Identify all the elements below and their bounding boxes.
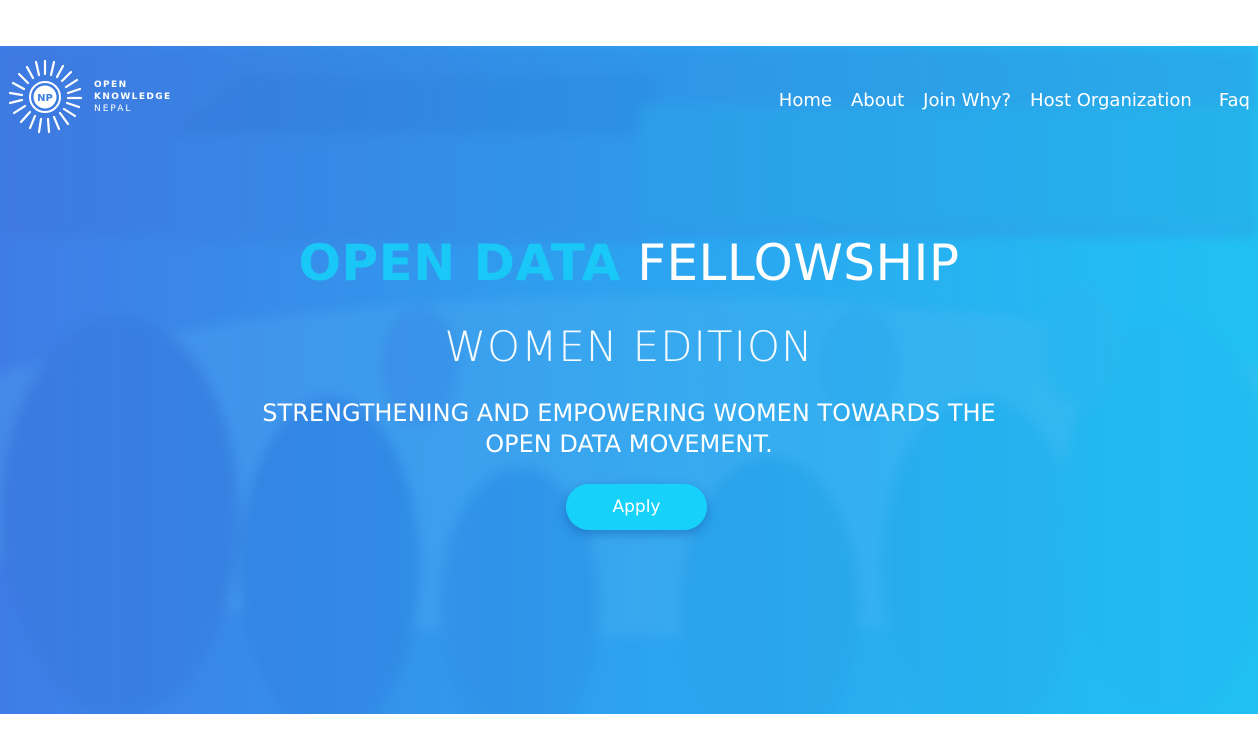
hero-title-accent: OPEN DATA [298,234,621,292]
apply-button[interactable]: Apply [566,484,707,530]
hero-title: OPEN DATA FELLOWSHIP [0,234,1258,292]
logo-line-3: NEPAL [94,104,133,114]
logo-wordmark: OPEN KNOWLEDGE NEPAL [94,79,172,115]
nav-about[interactable]: About [851,90,904,111]
nav-faq[interactable]: Faq [1219,90,1250,111]
nav-home[interactable]: Home [779,90,832,111]
logo-badge-text: NP [37,93,53,104]
logo-line-1: OPEN [94,80,128,90]
hero-tagline: STRENGTHENING AND EMPOWERING WOMEN TOWAR… [0,398,1258,460]
main-nav: Home About Join Why? Host Organization F… [760,90,1250,111]
hero-tagline-line-1: STRENGTHENING AND EMPOWERING WOMEN TOWAR… [262,399,996,427]
nav-host-organization[interactable]: Host Organization [1030,90,1192,111]
hero-subtitle: WOMEN EDITION [444,322,814,371]
hero-color-overlay [0,46,1258,714]
hero-tagline-line-2: OPEN DATA MOVEMENT. [485,430,773,458]
site-logo[interactable]: NP OPEN KNOWLEDGE NEPAL [6,58,172,136]
hero-title-main: FELLOWSHIP [637,234,960,292]
logo-line-2: KNOWLEDGE [94,92,172,102]
nav-join-why[interactable]: Join Why? [923,90,1011,111]
sunburst-logo-icon: NP [8,59,83,134]
hero-section: NP OPEN KNOWLEDGE NEPAL Home About Join … [0,46,1258,714]
